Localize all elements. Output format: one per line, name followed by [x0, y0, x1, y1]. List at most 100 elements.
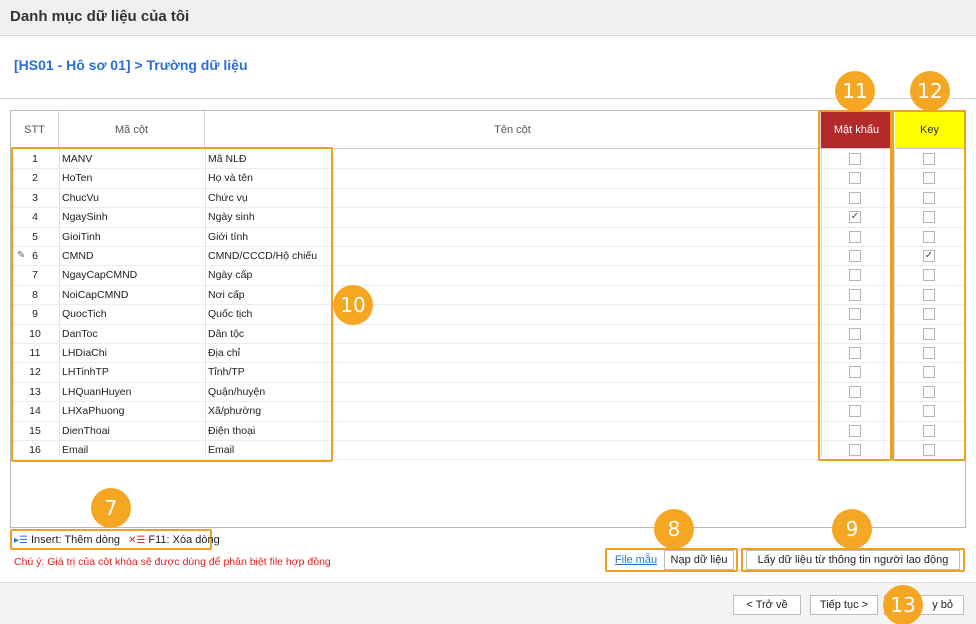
key-checkbox[interactable] — [923, 269, 935, 282]
key-checkbox[interactable] — [923, 327, 935, 340]
mat-khau-checkbox[interactable] — [849, 288, 861, 301]
legend-insert: ▸☰ Insert: Thêm dòng — [14, 534, 120, 546]
header-mat-khau[interactable]: Mật khẩu — [821, 111, 893, 149]
cell-ma-cot[interactable]: Email — [61, 441, 203, 460]
file-mau-link[interactable]: File mẫu — [610, 550, 662, 570]
cell-ma-cot[interactable]: CMND — [61, 247, 203, 266]
table-row[interactable]: 8 NoiCapCMND Nơi cấp — [11, 286, 965, 306]
mat-khau-checkbox[interactable] — [849, 405, 861, 418]
mat-khau-checkbox[interactable] — [849, 385, 861, 398]
table-row[interactable]: 15 DienThoai Điện thoại — [11, 422, 965, 441]
key-checkbox[interactable] — [923, 288, 935, 301]
table-row[interactable]: 2 HoTen Họ và tên — [11, 169, 965, 189]
cell-ten-cot[interactable]: Chức vụ — [207, 189, 507, 208]
nap-du-lieu-button[interactable]: Nạp dữ liệu — [664, 550, 734, 570]
table-row[interactable]: 13 LHQuanHuyen Quận/huyện — [11, 383, 965, 403]
cell-ma-cot[interactable]: QuocTich — [61, 305, 203, 324]
data-grid[interactable]: STT Mã cột Tên cột Mật khẩu Key 1 MANV Mã … — [10, 110, 966, 528]
table-row[interactable]: 3 ChucVu Chức vụ — [11, 189, 965, 209]
cell-ten-cot[interactable]: Dân tộc — [207, 325, 507, 344]
badge-11: 11 — [835, 71, 875, 111]
cell-ten-cot[interactable]: Tỉnh/TP — [207, 363, 507, 382]
cell-ten-cot[interactable]: Ngày cấp — [207, 266, 507, 285]
table-row[interactable]: 14 LHXaPhuong Xã/phường — [11, 402, 965, 422]
header-key[interactable]: Key — [895, 111, 965, 149]
cell-ma-cot[interactable]: NgayCapCMND — [61, 266, 203, 285]
cell-ten-cot[interactable]: Mã NLĐ — [207, 150, 507, 169]
table-row[interactable]: 10 DanToc Dân tộc — [11, 325, 965, 344]
mat-khau-checkbox[interactable] — [849, 191, 861, 204]
key-checkbox[interactable] — [923, 211, 935, 224]
cell-ten-cot[interactable]: Điện thoại — [207, 422, 507, 441]
table-row[interactable]: 4 NgaySinh Ngày sinh ✓ — [11, 208, 965, 228]
key-checkbox[interactable] — [923, 424, 935, 437]
cell-ma-cot[interactable]: LHDiaChi — [61, 344, 203, 363]
key-checkbox[interactable]: ✓ — [923, 250, 935, 262]
key-checkbox[interactable] — [923, 230, 935, 243]
mat-khau-checkbox[interactable] — [849, 172, 861, 185]
key-checkbox[interactable] — [923, 444, 935, 456]
table-row[interactable]: ✎ 6 CMND CMND/CCCD/Hộ chiếu ✓ — [11, 247, 965, 267]
cell-ma-cot[interactable]: NoiCapCMND — [61, 286, 203, 305]
mat-khau-checkbox[interactable] — [849, 327, 861, 340]
key-checkbox[interactable] — [923, 153, 935, 165]
cell-ten-cot[interactable]: Ngày sinh — [207, 208, 507, 227]
cell-ten-cot[interactable]: Giới tính — [207, 228, 507, 247]
cell-ten-cot[interactable]: Xã/phường — [207, 402, 507, 421]
lay-du-lieu-button[interactable]: Lấy dữ liệu từ thông tin người lao động — [746, 550, 960, 570]
mat-khau-checkbox[interactable] — [849, 347, 861, 359]
mat-khau-checkbox[interactable] — [849, 444, 861, 456]
cell-ten-cot[interactable]: Quận/huyện — [207, 383, 507, 402]
key-checkbox[interactable] — [923, 191, 935, 204]
cell-ma-cot[interactable]: GioiTinh — [61, 228, 203, 247]
cell-ma-cot[interactable]: DanToc — [61, 325, 203, 344]
badge-7: 7 — [91, 488, 131, 528]
cell-ma-cot[interactable]: MANV — [61, 150, 203, 169]
cell-stt: 2 — [32, 172, 38, 185]
tro-ve-button[interactable]: < Trở về — [733, 595, 801, 615]
table-row[interactable]: 5 GioiTinh Giới tính — [11, 228, 965, 247]
cell-ten-cot[interactable]: Email — [207, 441, 507, 460]
mat-khau-checkbox[interactable]: ✓ — [849, 211, 861, 224]
table-row[interactable]: 16 Email Email — [11, 441, 965, 461]
key-checkbox[interactable] — [923, 347, 935, 359]
header-stt[interactable]: STT — [11, 111, 59, 149]
table-row[interactable]: 7 NgayCapCMND Ngày cấp — [11, 266, 965, 286]
cell-ma-cot[interactable]: DienThoai — [61, 422, 203, 441]
cell-ma-cot[interactable]: LHQuanHuyen — [61, 383, 203, 402]
cell-ma-cot[interactable]: ChucVu — [61, 189, 203, 208]
key-checkbox[interactable] — [923, 385, 935, 398]
key-column-note: Chú ý: Giá trị của cột khóa sẽ được dùng… — [14, 556, 331, 568]
cell-stt: 8 — [32, 288, 38, 301]
cell-ma-cot[interactable]: LHXaPhuong — [61, 402, 203, 421]
mat-khau-checkbox[interactable] — [849, 250, 861, 262]
mat-khau-checkbox[interactable] — [849, 230, 861, 243]
table-row[interactable]: 11 LHDiaChi Địa chỉ — [11, 344, 965, 364]
header-ten-cot[interactable]: Tên cột — [205, 111, 821, 149]
mat-khau-checkbox[interactable] — [849, 153, 861, 165]
cell-stt: 12 — [29, 366, 41, 379]
key-checkbox[interactable] — [923, 308, 935, 321]
table-row[interactable]: 12 LHTinhTP Tỉnh/TP — [11, 363, 965, 383]
table-row[interactable]: 9 QuocTich Quốc tịch — [11, 305, 965, 325]
mat-khau-checkbox[interactable] — [849, 366, 861, 379]
key-checkbox[interactable] — [923, 366, 935, 379]
window-title: Danh mục dữ liệu của tôi — [10, 8, 190, 25]
cell-ma-cot[interactable]: NgaySinh — [61, 208, 203, 227]
cell-ten-cot[interactable]: CMND/CCCD/Hộ chiếu — [207, 247, 507, 266]
cell-ten-cot[interactable]: Địa chỉ — [207, 344, 507, 363]
cell-stt: 7 — [32, 269, 38, 282]
cell-stt: 6 — [32, 250, 38, 262]
key-checkbox[interactable] — [923, 172, 935, 185]
mat-khau-checkbox[interactable] — [849, 269, 861, 282]
delete-row-icon: ✕☰ — [128, 534, 146, 546]
cell-ma-cot[interactable]: LHTinhTP — [61, 363, 203, 382]
mat-khau-checkbox[interactable] — [849, 424, 861, 437]
cell-ma-cot[interactable]: HoTen — [61, 169, 203, 188]
mat-khau-checkbox[interactable] — [849, 308, 861, 321]
key-checkbox[interactable] — [923, 405, 935, 418]
header-ma-cot[interactable]: Mã cột — [59, 111, 205, 149]
tiep-tuc-button[interactable]: Tiếp tục > — [810, 595, 878, 615]
table-row[interactable]: 1 MANV Mã NLĐ — [11, 150, 965, 170]
cell-ten-cot[interactable]: Họ và tên — [207, 169, 507, 188]
